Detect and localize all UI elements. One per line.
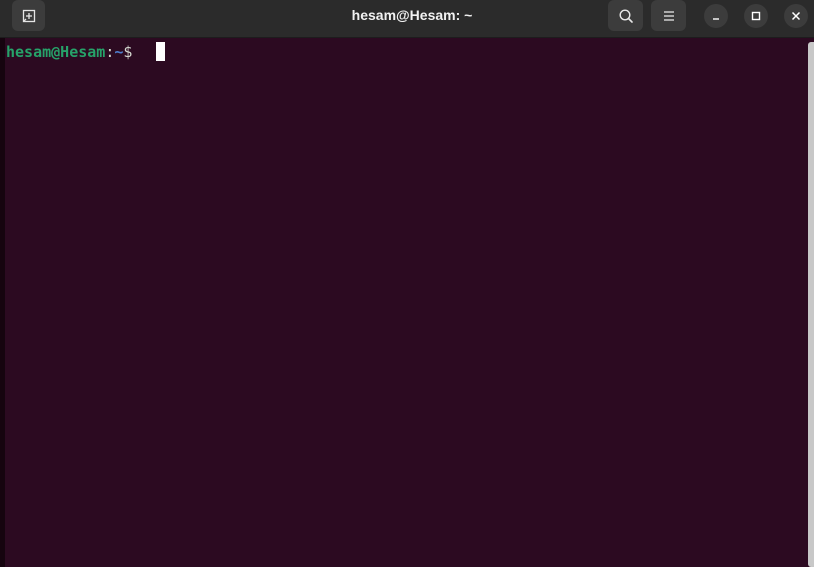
scrollbar[interactable]: [808, 42, 814, 567]
minimize-button[interactable]: [704, 4, 728, 28]
prompt-symbol: $: [123, 43, 142, 61]
close-button[interactable]: [784, 4, 808, 28]
minimize-icon: [713, 18, 719, 20]
terminal-window: hesam@Hesam: ~ hesam@Hesam:~$: [0, 0, 814, 567]
search-button[interactable]: [608, 0, 643, 31]
search-icon: [618, 8, 633, 23]
prompt-user-host: hesam@Hesam: [6, 43, 106, 61]
window-title: hesam@Hesam: ~: [351, 7, 473, 23]
title-bar[interactable]: hesam@Hesam: ~: [0, 0, 814, 38]
maximize-button[interactable]: [744, 4, 768, 28]
menu-button[interactable]: [651, 0, 686, 31]
hamburger-menu-icon: [663, 10, 674, 21]
maximize-icon: [751, 11, 761, 21]
terminal-area[interactable]: hesam@Hesam:~$: [0, 38, 814, 567]
new-tab-button[interactable]: [12, 0, 45, 31]
text-cursor: [156, 42, 165, 61]
new-tab-icon: [22, 9, 35, 22]
window-left-edge: [0, 38, 5, 567]
shell-prompt: hesam@Hesam:~$: [6, 41, 141, 63]
close-icon: [791, 11, 801, 21]
